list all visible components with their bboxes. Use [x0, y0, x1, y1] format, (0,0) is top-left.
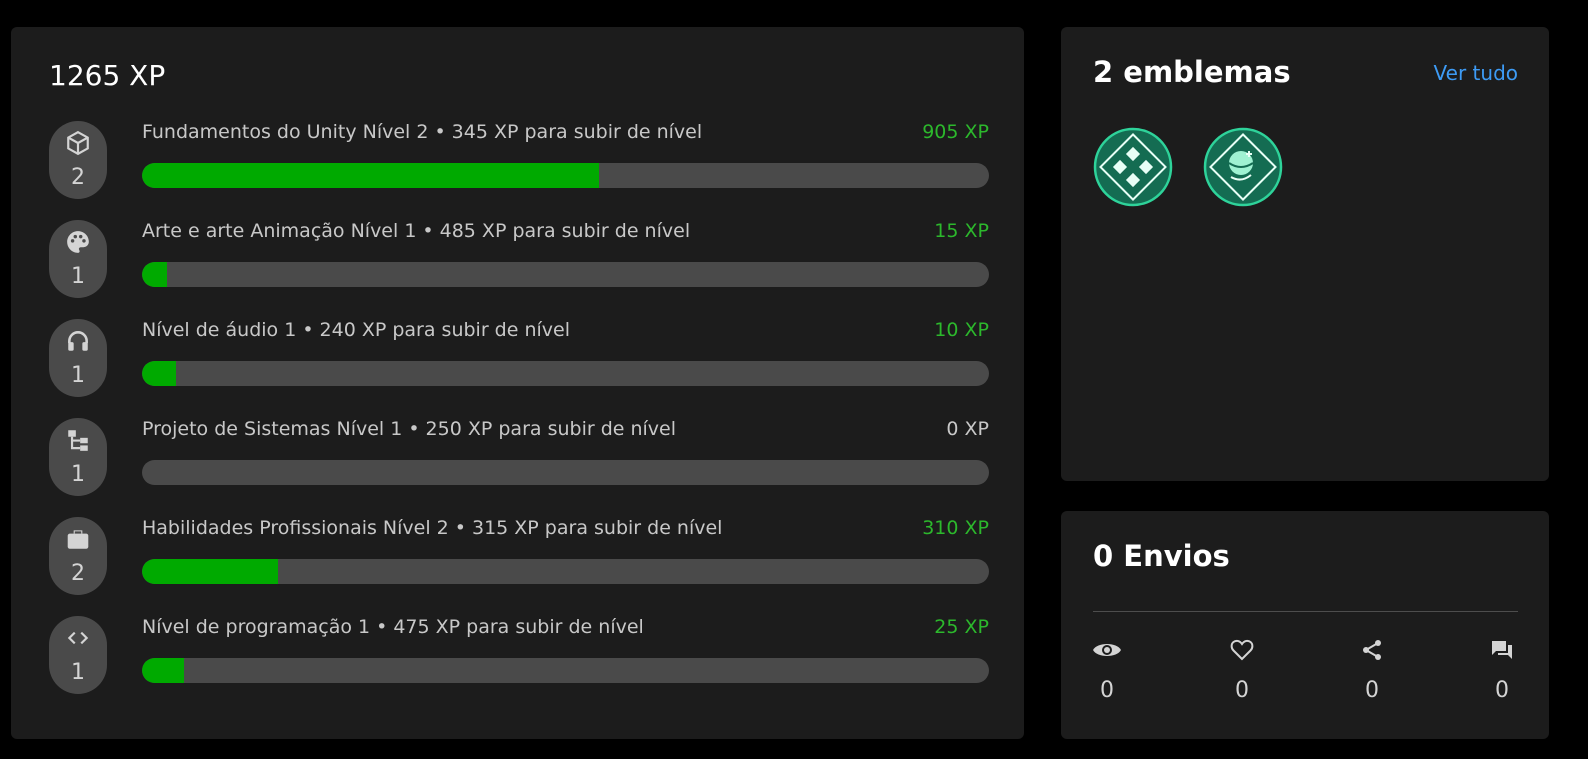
skill-to-next: 240 XP para subir de nível: [319, 319, 571, 341]
share-icon: [1352, 636, 1392, 664]
skill-name: Arte e arte Animação Nível 1: [142, 220, 417, 242]
separator: •: [434, 121, 446, 143]
skill-to-next: 475 XP para subir de nível: [393, 616, 644, 638]
xp-total: 1265 XP: [49, 59, 166, 92]
skill-to-next: 345 XP para subir de nível: [451, 121, 703, 143]
skill-name: Nível de áudio 1: [142, 319, 297, 341]
skill-row-systems[interactable]: 1 Projeto de Sistemas Nível 1 • 250 XP par…: [49, 418, 989, 498]
skill-label: Arte e arte Animação Nível 1 • 485 XP para…: [142, 220, 690, 242]
skill-progress-fill: [142, 163, 600, 188]
comment-icon: [1482, 636, 1522, 664]
skill-xp: 25 XP: [934, 616, 989, 638]
skill-xp: 310 XP: [922, 517, 989, 539]
skill-level: 1: [71, 264, 85, 289]
skill-row-programming[interactable]: 1 Nível de programação 1 • 475 XP para sub…: [49, 616, 989, 696]
skill-progress-bar: [142, 658, 989, 683]
eye-icon: [1087, 636, 1127, 664]
skill-name: Fundamentos do Unity Nível 2: [142, 121, 429, 143]
submissions-card: 0 Envios 0 0 0 0: [1061, 511, 1549, 739]
badges-card: 2 emblemas Ver tudo: [1061, 27, 1549, 481]
skill-progress-fill: [142, 658, 185, 683]
skill-progress-bar: [142, 163, 989, 188]
separator: •: [422, 220, 434, 242]
skill-progress-bar: [142, 559, 989, 584]
skill-level: 1: [71, 462, 85, 487]
skill-name: Nível de programação 1: [142, 616, 371, 638]
shares-count: 0: [1365, 678, 1379, 703]
comments-count: 0: [1495, 678, 1509, 703]
separator: •: [454, 517, 466, 539]
skill-level-badge: 1: [49, 319, 107, 397]
skill-level: 1: [71, 363, 85, 388]
skill-row-art[interactable]: 1 Arte e arte Animação Nível 1 • 485 XP pa…: [49, 220, 989, 300]
shares-stat: 0: [1352, 636, 1392, 703]
skill-name: Projeto de Sistemas Nível 1: [142, 418, 403, 440]
tiles-badge-icon[interactable]: [1093, 127, 1173, 207]
skill-progress-bar: [142, 460, 989, 485]
skill-label: Nível de áudio 1 • 240 XP para subir de ní…: [142, 319, 570, 341]
skill-progress-bar: [142, 361, 989, 386]
view-all-link[interactable]: Ver tudo: [1434, 61, 1518, 85]
skill-to-next: 315 XP para subir de nível: [471, 517, 723, 539]
skill-progress-fill: [142, 559, 278, 584]
skill-level-badge: 1: [49, 418, 107, 496]
headphones-icon: [49, 327, 107, 355]
divider: [1093, 611, 1518, 612]
code-brackets-icon: [49, 624, 107, 652]
skill-progress-fill: [142, 262, 168, 287]
heart-icon: [1222, 636, 1262, 664]
skill-xp: 15 XP: [934, 220, 989, 242]
skill-progress-fill: [142, 361, 176, 386]
skill-label: Projeto de Sistemas Nível 1 • 250 XP para …: [142, 418, 676, 440]
skill-level: 1: [71, 660, 85, 685]
likes-count: 0: [1235, 678, 1249, 703]
skill-level: 2: [71, 165, 85, 190]
skill-level-badge: 1: [49, 616, 107, 694]
skill-row-unity[interactable]: 2 Fundamentos do Unity Nível 2 • 345 XP pa…: [49, 121, 989, 201]
badges-title: 2 emblemas: [1093, 55, 1291, 89]
skill-row-audio[interactable]: 1 Nível de áudio 1 • 240 XP para subir de …: [49, 319, 989, 399]
skill-label: Habilidades Profissionais Nível 2 • 315 XP…: [142, 517, 722, 539]
skill-to-next: 250 XP para subir de nível: [425, 418, 677, 440]
skill-label: Fundamentos do Unity Nível 2 • 345 XP para…: [142, 121, 702, 143]
comments-stat: 0: [1482, 636, 1522, 703]
separator: •: [376, 616, 388, 638]
system-tree-icon: [49, 426, 107, 454]
submissions-title: 0 Envios: [1093, 539, 1230, 573]
skill-progress-bar: [142, 262, 989, 287]
skill-xp: 905 XP: [922, 121, 989, 143]
briefcase-icon: [49, 525, 107, 553]
xp-card: 1265 XP 2 Fundamentos do Unity Nível 2 • 3…: [11, 27, 1024, 739]
skill-row-professional[interactable]: 2 Habilidades Profissionais Nível 2 • 315 …: [49, 517, 989, 597]
skill-to-next: 485 XP para subir de nível: [439, 220, 691, 242]
views-count: 0: [1100, 678, 1114, 703]
palette-icon: [49, 228, 107, 256]
skill-level-badge: 2: [49, 121, 107, 199]
views-stat: 0: [1087, 636, 1127, 703]
separator: •: [408, 418, 420, 440]
unity-cube-icon: [49, 129, 107, 157]
skill-xp: 10 XP: [934, 319, 989, 341]
skill-level: 2: [71, 561, 85, 586]
skill-name: Habilidades Profissionais Nível 2: [142, 517, 449, 539]
separator: •: [302, 319, 314, 341]
likes-stat: 0: [1222, 636, 1262, 703]
globe-badge-icon[interactable]: [1203, 127, 1283, 207]
skill-label: Nível de programação 1 • 475 XP para subir…: [142, 616, 644, 638]
skill-xp: 0 XP: [946, 418, 989, 440]
skill-level-badge: 2: [49, 517, 107, 595]
skill-level-badge: 1: [49, 220, 107, 298]
